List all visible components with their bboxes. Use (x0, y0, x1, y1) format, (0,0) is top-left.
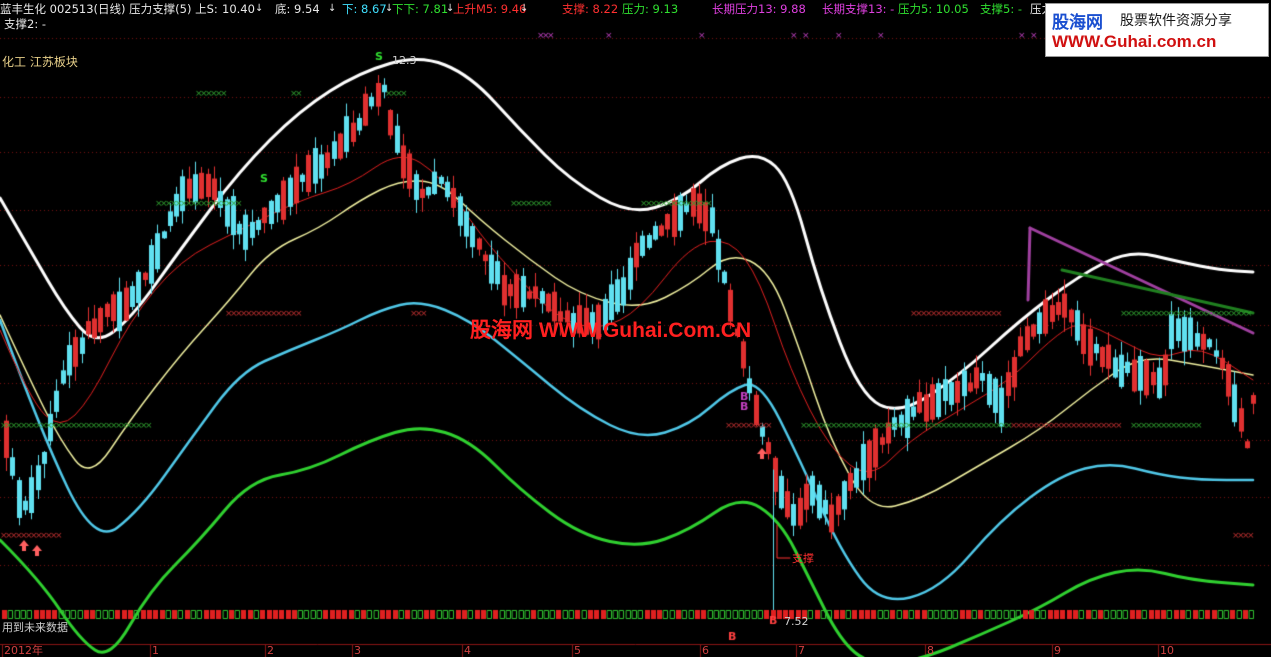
support2-label: 支撑2: - (4, 17, 46, 31)
date-label-7: 7 (798, 644, 805, 657)
date-label-5: 5 (574, 644, 581, 657)
logo-slogan: 股票软件资源分享 (1120, 13, 1232, 29)
header-item-7: 下下: 7.81 (392, 2, 449, 16)
header-item-16: 支撑5: - (980, 2, 1022, 16)
header-item-0: 蓝丰生化 002513(日线) 压力支撑(5) 上S: (0, 2, 218, 16)
header-item-10: ↓ (520, 3, 529, 14)
date-label-6: 6 (702, 644, 709, 657)
header-item-14: 长期支撑13: - (822, 2, 895, 16)
header-item-4: ↓ (328, 3, 337, 14)
date-label-0: 2012年 (4, 644, 43, 657)
date-label-2: 2 (267, 644, 274, 657)
header-item-1: 10.40 (222, 2, 255, 16)
header-item-11: 支撑: 8.22 (562, 2, 619, 16)
logo-url: WWW.Guhai.com.cn (1052, 32, 1217, 51)
header-item-3: 底: 9.54 (275, 2, 320, 16)
header-item-15: 压力5: 10.05 (898, 2, 969, 16)
header-item-2: ↓ (255, 3, 264, 14)
low-price-label: 7.52 (784, 615, 809, 628)
logo-title: 股海网 (1052, 13, 1103, 33)
header-item-9: 上升M5: 9.46 (453, 2, 527, 16)
date-axis: 2012年 1 2 3 4 5 6 7 8 9 10 (0, 644, 1271, 657)
guhai-logo: 股海网 股票软件资源分享 WWW.Guhai.com.cn (1045, 3, 1269, 57)
date-label-3: 3 (354, 644, 361, 657)
date-label-1: 1 (152, 644, 159, 657)
date-label-9: 9 (1054, 644, 1061, 657)
header-item-12: 压力: 9.13 (622, 2, 679, 16)
high-price-label: 12.3 (392, 54, 417, 67)
date-label-4: 4 (464, 644, 471, 657)
date-label-8: 8 (927, 644, 934, 657)
header-item-5: 下: 8.67 (342, 2, 387, 16)
support-text-label: 支撑 (792, 552, 814, 565)
sector-label: 化工 江苏板块 (2, 55, 78, 69)
watermark: 股海网 WWW.Guhai.Com.CN (470, 319, 752, 342)
date-label-10: 10 (1160, 644, 1174, 657)
header-item-13: 长期压力13: 9.88 (712, 2, 806, 16)
future-data-label: 用到未来数据 (2, 621, 68, 634)
